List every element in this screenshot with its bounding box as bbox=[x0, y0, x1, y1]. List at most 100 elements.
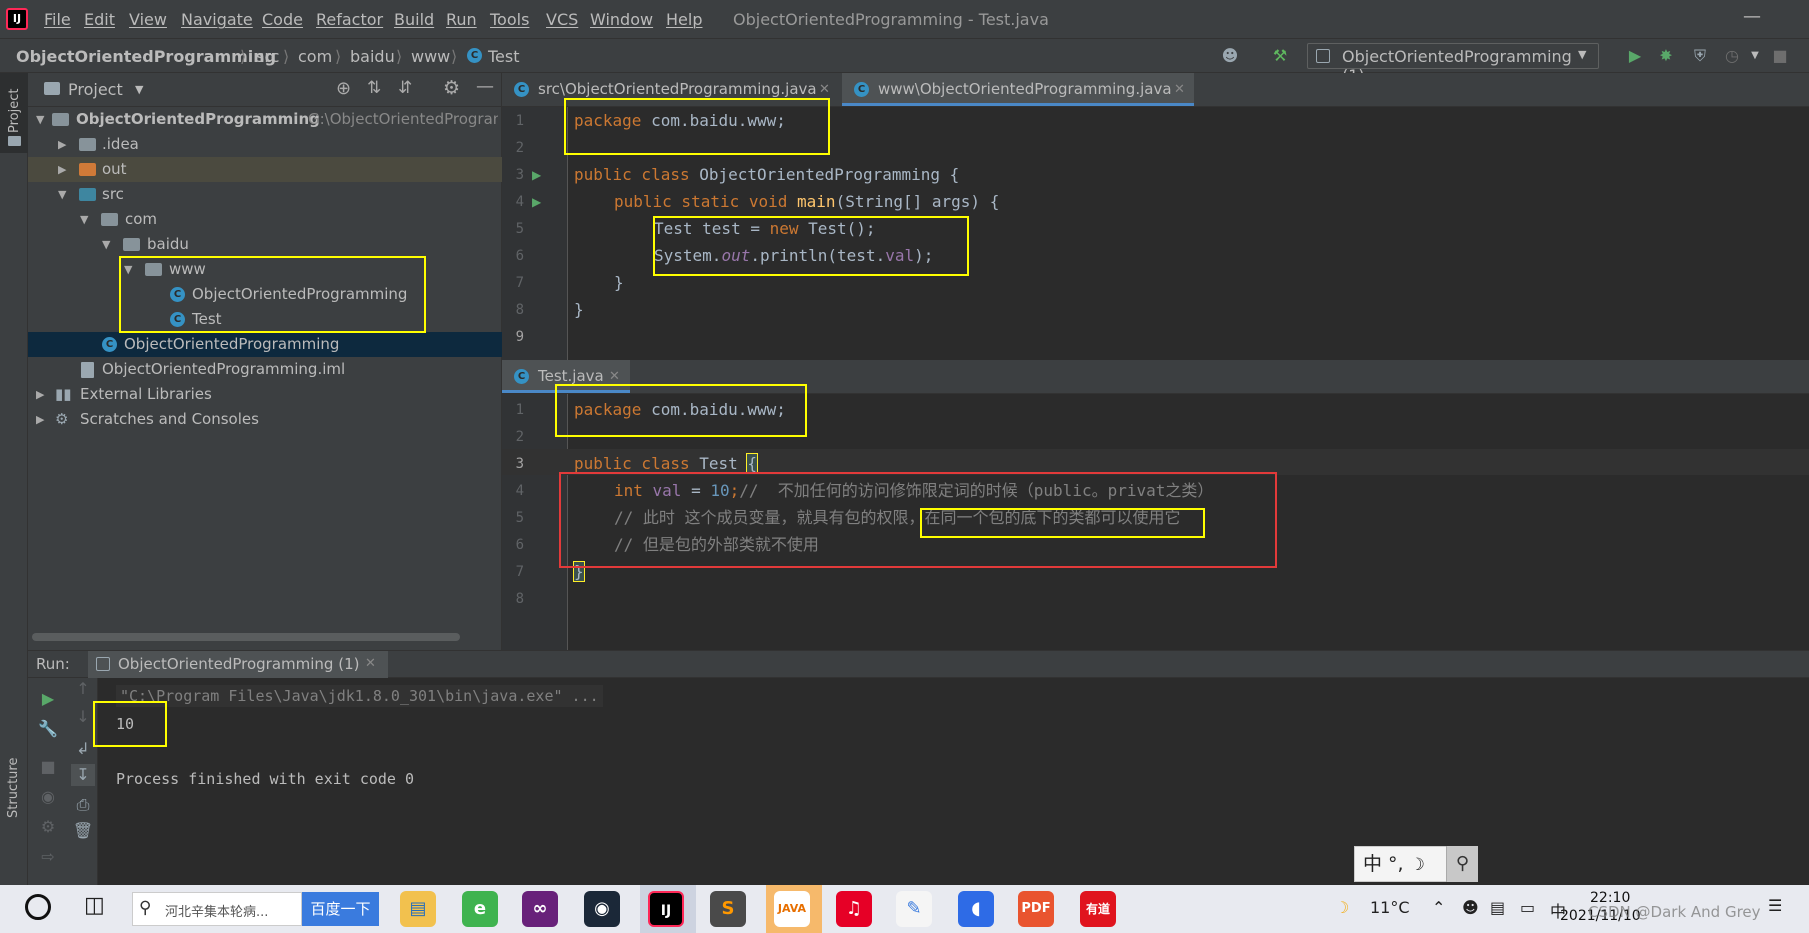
line-number: 1 bbox=[515, 402, 524, 418]
wrench-icon[interactable]: 🔧 bbox=[36, 718, 60, 740]
menu-help[interactable]: Help bbox=[666, 10, 702, 29]
exit-icon[interactable]: ⇨ bbox=[36, 846, 60, 868]
settings-icon[interactable]: ⚙ bbox=[36, 816, 60, 838]
breadcrumb-com[interactable]: com bbox=[298, 47, 332, 66]
stop-icon[interactable]: ■ bbox=[36, 756, 60, 778]
tree-item-label: External Libraries bbox=[80, 385, 212, 403]
steam-icon[interactable]: ◉ bbox=[584, 891, 620, 927]
taskbar-search-input[interactable]: ⚲ 河北辛集本轮病... bbox=[132, 892, 302, 926]
breadcrumb-src[interactable]: src bbox=[256, 47, 279, 66]
menu-vcs[interactable]: VCS bbox=[546, 10, 578, 29]
scroll-to-end-icon[interactable]: ↧ bbox=[71, 764, 95, 786]
close-icon[interactable]: ✕ bbox=[365, 656, 376, 671]
java-app-icon[interactable]: JAVA bbox=[774, 891, 810, 927]
feishu-icon[interactable]: ◖ bbox=[958, 891, 994, 927]
close-icon[interactable]: ✕ bbox=[1174, 73, 1185, 106]
debug-icon[interactable]: ✸ bbox=[1656, 46, 1676, 66]
tree-item-project-root[interactable]: ▼ ObjectOrientedProgramming G:\ObjectOri… bbox=[28, 107, 502, 132]
profile-icon[interactable]: ◷ bbox=[1722, 46, 1742, 66]
tree-item-path: G:\ObjectOrientedProgram bbox=[308, 110, 498, 128]
arrow-up-icon[interactable]: ↑ bbox=[71, 678, 95, 700]
breadcrumb-separator-icon: ⟩ bbox=[283, 47, 290, 66]
gear-icon[interactable]: ⚙ bbox=[443, 77, 460, 99]
intellij-taskbar-icon[interactable]: IJ bbox=[648, 891, 684, 927]
sublime-text-icon[interactable]: S bbox=[710, 891, 746, 927]
visual-studio-icon[interactable]: ∞ bbox=[522, 891, 558, 927]
camera-icon[interactable]: ◉ bbox=[36, 786, 60, 808]
line-number: 1 bbox=[515, 113, 524, 129]
breadcrumb-test[interactable]: Test bbox=[488, 47, 520, 66]
battery-icon[interactable]: ▭ bbox=[1520, 898, 1535, 917]
netease-music-icon[interactable]: ♫ bbox=[836, 891, 872, 927]
minimize-icon[interactable]: — bbox=[1740, 6, 1764, 30]
task-view-icon[interactable]: ◫ bbox=[84, 893, 105, 918]
menu-build[interactable]: Build bbox=[394, 10, 434, 29]
file-explorer-icon[interactable]: ▤ bbox=[400, 891, 436, 927]
monitor-icon[interactable]: ▤ bbox=[1490, 898, 1505, 917]
paint-icon[interactable]: ✎ bbox=[896, 891, 932, 927]
pdf-icon[interactable]: PDF bbox=[1018, 891, 1054, 927]
menu-tools[interactable]: Tools bbox=[490, 10, 529, 29]
menu-file[interactable]: File bbox=[44, 10, 71, 29]
tree-item-com[interactable]: ▼ com bbox=[28, 207, 502, 232]
menu-code[interactable]: Code bbox=[262, 10, 303, 29]
cortana-icon[interactable] bbox=[25, 894, 51, 920]
expand-all-icon[interactable]: ⇅ bbox=[367, 78, 381, 98]
menu-view[interactable]: View bbox=[129, 10, 167, 29]
print-icon[interactable]: ⎙ bbox=[71, 794, 95, 816]
arrow-down-icon[interactable]: ↓ bbox=[71, 706, 95, 728]
run-icon[interactable]: ▶ bbox=[1625, 46, 1645, 66]
menu-window[interactable]: Window bbox=[590, 10, 653, 29]
project-view-icon bbox=[44, 82, 60, 95]
run-tab[interactable]: ObjectOrientedProgramming (1) ✕ bbox=[88, 651, 388, 678]
stop-icon[interactable]: ■ bbox=[1770, 46, 1790, 66]
notification-icon[interactable]: ☰ bbox=[1768, 896, 1782, 915]
menu-refactor[interactable]: Refactor bbox=[316, 10, 383, 29]
run-gutter-icon[interactable]: ▶ bbox=[532, 168, 541, 182]
chevron-down-icon[interactable]: ▼ bbox=[1745, 46, 1765, 66]
build-hammer-icon[interactable]: ⚒ bbox=[1270, 46, 1290, 66]
run-configuration-select[interactable]: ObjectOrientedProgramming (1) ▼ bbox=[1307, 43, 1599, 85]
tree-item-src[interactable]: ▼ src bbox=[28, 182, 502, 207]
tree-item-iml[interactable]: ObjectOrientedProgramming.iml bbox=[28, 357, 502, 382]
locate-icon[interactable]: ⊕ bbox=[336, 78, 351, 99]
menu-navigate[interactable]: Navigate bbox=[181, 10, 253, 29]
coverage-icon[interactable]: ⛨ bbox=[1690, 46, 1710, 66]
youdao-icon[interactable]: 有道 bbox=[1080, 891, 1116, 927]
rerun-icon[interactable]: ▶ bbox=[36, 688, 60, 710]
ie-browser-icon[interactable]: e bbox=[462, 891, 498, 927]
qq-icon[interactable]: ☻ bbox=[1462, 898, 1479, 917]
project-tool-button[interactable]: Project bbox=[0, 73, 28, 153]
menu-edit[interactable]: Edit bbox=[84, 10, 115, 29]
breadcrumb-baidu[interactable]: baidu bbox=[350, 47, 395, 66]
intellij-logo-icon: IJ bbox=[6, 8, 28, 30]
weather-temperature[interactable]: 11°C bbox=[1370, 898, 1410, 917]
tab-www-objectorientedprogramming[interactable]: C www\ObjectOrientedProgramming.java ✕ bbox=[842, 73, 1194, 106]
tree-item-objectorientedprogramming-selected[interactable]: C ObjectOrientedProgramming bbox=[28, 332, 502, 357]
tree-item-baidu[interactable]: ▼ baidu bbox=[28, 232, 502, 257]
editor-bottom[interactable]: 1 2 3 4 5 6 7 8 package com.baidu.www; p… bbox=[502, 384, 1809, 650]
soft-wrap-icon[interactable]: ↲ bbox=[71, 738, 95, 760]
library-icon: ▮▮ bbox=[55, 385, 72, 403]
tree-item-external-libraries[interactable]: ▶ ▮▮ External Libraries bbox=[28, 382, 502, 407]
class-icon: C bbox=[514, 369, 529, 384]
tree-item-scratches[interactable]: ▶ ⚙ Scratches and Consoles bbox=[28, 407, 502, 432]
tree-item-out[interactable]: ▶ out bbox=[28, 157, 502, 182]
user-icon[interactable]: ☻ bbox=[1220, 46, 1240, 66]
baidu-search-button[interactable]: 百度一下 bbox=[302, 892, 379, 926]
horizontal-scrollbar[interactable] bbox=[32, 633, 460, 641]
run-gutter-icon[interactable]: ▶ bbox=[532, 195, 541, 209]
menu-run[interactable]: Run bbox=[446, 10, 477, 29]
hide-panel-icon[interactable]: — bbox=[476, 76, 494, 97]
structure-tool-label[interactable]: Structure bbox=[6, 758, 21, 818]
chevron-down-icon[interactable]: ▼ bbox=[135, 83, 143, 96]
ime-search-icon[interactable]: ⚲ bbox=[1446, 846, 1478, 882]
breadcrumb-project[interactable]: ObjectOrientedProgramming bbox=[16, 47, 276, 66]
collapse-all-icon[interactable]: ⇵ bbox=[398, 78, 412, 98]
chevron-up-icon[interactable]: ⌃ bbox=[1432, 898, 1445, 917]
project-view-select[interactable]: Project bbox=[68, 80, 123, 99]
editor-top[interactable]: 1 2 3 4 5 6 7 8 9 ▶ ▶ package com.baidu.… bbox=[502, 98, 1809, 360]
tree-item-idea[interactable]: ▶ .idea bbox=[28, 132, 502, 157]
trash-icon[interactable]: 🗑 bbox=[71, 820, 95, 842]
breadcrumb-www[interactable]: www bbox=[411, 47, 450, 66]
